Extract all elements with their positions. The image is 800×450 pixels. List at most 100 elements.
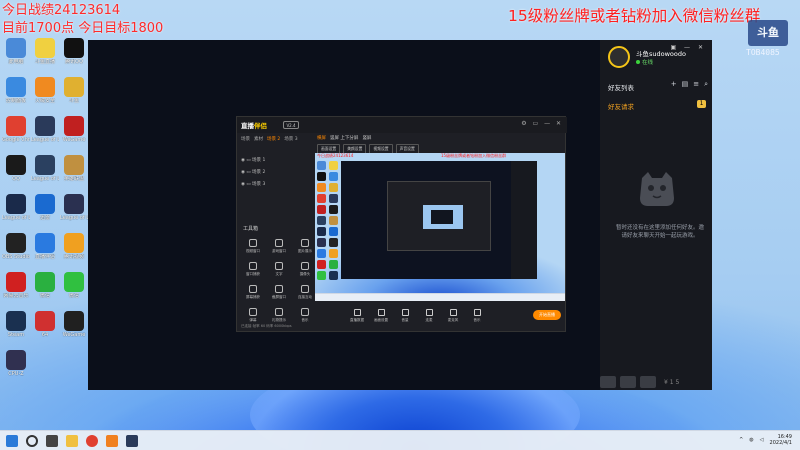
desktop-icon[interactable]: WeGame	[60, 311, 88, 338]
preview-tab[interactable]: 竖屏	[362, 135, 371, 141]
game-client-taskbar-icon[interactable]	[126, 435, 138, 447]
tool-label: 礼物提示	[272, 318, 286, 322]
desktop-icon[interactable]: 腾讯QQ	[60, 38, 88, 65]
avatar[interactable]	[608, 46, 630, 68]
folder-icon[interactable]: ▤	[682, 80, 689, 89]
bottom-bar-text: ¥ 1 5	[664, 378, 680, 386]
preview-desktop-icon	[317, 194, 326, 203]
app-window-controls[interactable]: ⚙ ▭ — ✕	[521, 120, 563, 127]
windows-start-icon[interactable]	[6, 435, 18, 447]
preview-tab[interactable]: 横屏	[317, 135, 326, 141]
desktop-icon[interactable]: 腾讯视频	[60, 233, 88, 260]
chevron-up-icon[interactable]: ^	[739, 437, 743, 443]
desktop-icon[interactable]: 迅雷	[31, 194, 59, 221]
toolbox-item[interactable]: 文字	[267, 262, 291, 277]
list-icon[interactable]: ≡	[693, 80, 699, 89]
task-view-icon[interactable]	[46, 435, 58, 447]
desktop-icon-label: 斗鱼直播	[34, 59, 55, 65]
desktop-icon[interactable]: 控制面板	[2, 77, 30, 104]
toolbox-item[interactable]: 连接互动	[293, 285, 317, 300]
scene-item[interactable]: ◉ ▭ 场景 2	[241, 167, 265, 179]
app-logo-part-b: 伴侣	[254, 122, 267, 130]
control-button[interactable]: 画面设置	[369, 309, 393, 323]
tool-label: 屏幕捕获	[246, 295, 260, 299]
desktop-icon[interactable]: CPU-Z	[2, 350, 30, 377]
desktop-icon[interactable]: Steam	[2, 311, 30, 338]
chat-icon[interactable]	[600, 376, 616, 388]
toolbox-item[interactable]: 摄像头	[293, 262, 317, 277]
preview-desktop-icon	[329, 249, 338, 258]
control-label: 画面设置	[374, 318, 388, 322]
toolbox-item[interactable]: 礼物提示	[267, 308, 291, 323]
desktop-icon[interactable]: 微信	[31, 272, 59, 299]
network-icon[interactable]: ◍	[749, 437, 753, 443]
desktop-icon[interactable]: WeGame	[60, 116, 88, 143]
app-icon	[6, 155, 26, 175]
stream-preview[interactable]: 今日战绩24123614 15级粉丝牌或者钻粉加入微信粉丝群	[315, 153, 565, 301]
window-controls[interactable]: ▣ — ✕	[670, 44, 706, 51]
desktop-icon[interactable]: 网易云音乐	[2, 272, 30, 299]
control-icon	[401, 309, 409, 316]
desktop-icon[interactable]: 英雄联盟	[60, 155, 88, 182]
control-button[interactable]: 音乐	[465, 309, 489, 323]
control-button[interactable]: 麦克风	[441, 309, 465, 323]
streaming-app-window[interactable]: 直播伴侣 V2.4 ⚙ ▭ — ✕ 场景 素材 场景 2 场景 3 ◉ ▭ 场景 1 ◉…	[236, 116, 567, 332]
search-icon[interactable]	[26, 435, 38, 447]
control-button[interactable]: 连麦	[417, 309, 441, 323]
preview-desktop-icon	[329, 172, 338, 181]
toolbox-item[interactable]: 视频窗口	[241, 239, 265, 254]
app-icon	[6, 116, 26, 136]
scene-tab[interactable]: 场景 2	[267, 136, 280, 142]
toolbox-item[interactable]: 音乐	[293, 308, 317, 323]
scene-item[interactable]: ◉ ▭ 场景 1	[241, 155, 265, 167]
tool-label: 文字	[275, 272, 283, 276]
toolbox-item[interactable]: 游戏窗口	[267, 239, 291, 254]
preview-tab[interactable]: 竖屏 上下分屏	[330, 135, 358, 141]
douyu-taskbar-icon[interactable]	[106, 435, 118, 447]
desktop-icon[interactable]: 斗鱼	[60, 77, 88, 104]
friends-panel: 斗鱼sudowoodo 在线 ▣ — ✕ 好友列表 + ▤ ≡ ⌕ 好友请求 1…	[600, 40, 712, 390]
desktop-icon[interactable]: 微信	[60, 272, 88, 299]
toolbox-item[interactable]: 屏幕捕获	[241, 285, 265, 300]
app-icon	[35, 38, 55, 58]
go-live-button[interactable]: 开始直播	[533, 310, 561, 320]
desktop-icon[interactable]: 此电脑	[2, 38, 30, 65]
desktop-icon[interactable]: 直播伴侣	[31, 233, 59, 260]
room-number: TOB4085	[746, 48, 780, 57]
desktop-icon[interactable]: 火绒安全	[31, 77, 59, 104]
control-button[interactable]: 音量	[393, 309, 417, 323]
app-icon	[35, 77, 55, 97]
scene-tab[interactable]: 素材	[254, 136, 263, 142]
toolbox-grid: 视频窗口 游戏窗口 图片展示窗口捕获 文字 摄像头屏幕捕获 截屏窗口 连接互动弹幕 礼物提示 音…	[241, 239, 317, 323]
toolbox-item[interactable]: 窗口捕获	[241, 262, 265, 277]
volume-icon[interactable]: ◁	[760, 437, 764, 443]
toolbox-item[interactable]: 图片展示	[293, 239, 317, 254]
clock[interactable]: 16:49 2022/4/1	[770, 434, 792, 446]
scene-tab[interactable]: 场景 3	[284, 136, 297, 142]
desktop-icon[interactable]: OBS Studio	[2, 233, 30, 260]
search-icon[interactable]: ⌕	[704, 80, 708, 89]
friend-list-label[interactable]: 好友列表	[608, 82, 634, 92]
desktop-icon[interactable]: Google Chrome	[2, 116, 30, 143]
tool-label: 弹幕	[249, 318, 257, 322]
voice-icon[interactable]	[640, 376, 656, 388]
scene-item[interactable]: ◉ ▭ 场景 3	[241, 179, 265, 191]
scene-tab[interactable]: 场景	[241, 136, 250, 142]
desktop-icon[interactable]: League of Legends	[60, 194, 88, 221]
desktop-icon[interactable]: QQ	[2, 155, 30, 182]
add-friend-icon[interactable]: +	[671, 80, 677, 89]
toolbox-item[interactable]: 截屏窗口	[267, 285, 291, 300]
friend-request-label[interactable]: 好友请求	[608, 101, 634, 111]
stats-line-1: 今日战绩24123614	[2, 3, 121, 18]
desktop-icon[interactable]: 64	[31, 311, 59, 338]
toolbox-item[interactable]: 弹幕	[241, 308, 265, 323]
chrome-icon[interactable]	[86, 435, 98, 447]
desktop-icon-label: 微信	[39, 293, 50, 299]
desktop-icon[interactable]: League of Legends	[31, 155, 59, 182]
control-button[interactable]: 直播数据	[345, 309, 369, 323]
desktop-icon[interactable]: 斗鱼直播	[31, 38, 59, 65]
desktop-icon[interactable]: League of Legends	[31, 116, 59, 143]
profile-icon[interactable]	[620, 376, 636, 388]
desktop-icon[interactable]: League of Legends	[2, 194, 30, 221]
file-explorer-icon[interactable]	[66, 435, 78, 447]
